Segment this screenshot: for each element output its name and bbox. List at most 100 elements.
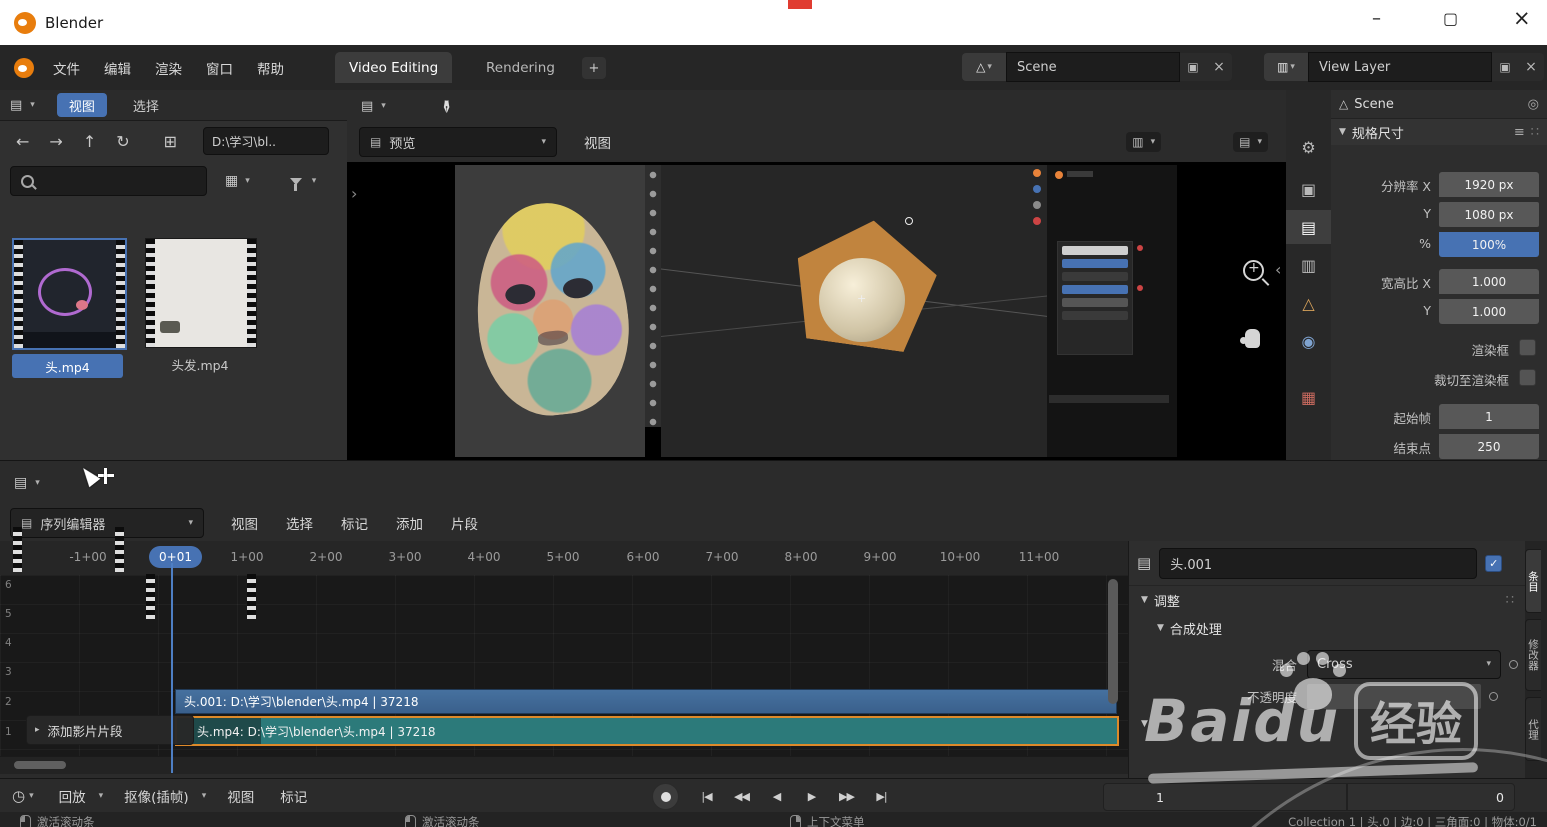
pin-icon[interactable]: ◎ [1528,97,1539,112]
menu-help[interactable]: 帮助 [252,58,289,78]
blend-mode-dropdown[interactable]: Cross ▾ [1307,650,1501,679]
menu-view[interactable]: 视图 [226,513,263,533]
opacity-slider[interactable] [1307,684,1481,709]
scene-unlink-button[interactable]: × [1206,53,1232,81]
strip-name-field[interactable]: 头.001 [1159,548,1477,579]
tab-render[interactable]: ▣ [1286,172,1331,206]
operator-panel[interactable]: ▸ 添加影片片段 [26,715,194,745]
strip-mute-checkbox[interactable]: ✓ [1485,555,1502,572]
presets-icon[interactable]: ≡ [1514,125,1525,140]
tab-world[interactable]: ◉ [1286,324,1331,358]
section-dimensions[interactable]: ▼ 规格尺寸 ≡ ∷ [1331,118,1547,145]
path-field[interactable]: D:\学习\bl.. [203,127,329,155]
resolution-percent-slider[interactable]: 100% [1439,232,1539,257]
editor-type-icon[interactable]: ▤ [361,99,373,114]
timeline-tracks[interactable]: 6 5 4 3 2 1 头.001: D:\学习\blender\头.mp4 |… [0,575,1128,756]
eyedropper-icon[interactable]: ✒ [435,98,456,113]
gizmo-dropdown[interactable]: ▤ ▾ [1233,132,1268,152]
viewlayer-remove-button[interactable]: × [1518,53,1544,81]
prev-keyframe-button[interactable]: ◀◀ [728,790,755,803]
aspect-y-field[interactable]: 1.000 [1439,299,1539,324]
next-keyframe-button[interactable]: ▶▶ [833,790,860,803]
record-button[interactable] [652,783,679,810]
menu-render[interactable]: 渲染 [150,58,187,78]
editor-type-icon[interactable]: ▤ [10,98,22,113]
refresh-button[interactable]: ↻ [116,132,129,151]
keyframe-dot-icon[interactable] [1509,660,1518,669]
crop-to-border-checkbox[interactable] [1519,369,1536,386]
add-workspace-button[interactable]: + [582,57,606,79]
playhead[interactable] [171,563,173,773]
menu-file[interactable]: 文件 [48,58,85,78]
menu-strip[interactable]: 片段 [446,513,483,533]
menu-add[interactable]: 添加 [391,513,428,533]
aspect-x-field[interactable]: 1.000 [1439,269,1539,294]
viewlayer-copy-button[interactable]: ▣ [1492,53,1518,81]
viewlayer-datablock-button[interactable]: ▥ ▾ [1264,53,1308,81]
overlay-dropdown[interactable]: ▥ ▾ [1126,132,1161,152]
render-border-checkbox[interactable] [1519,339,1536,356]
tab-select[interactable]: 选择 [123,96,169,115]
editor-type-icon[interactable]: ▤ [14,475,27,491]
minimize-button[interactable]: – [1372,8,1381,29]
play-reverse-button[interactable]: ◀ [763,790,790,803]
frame-end-field[interactable]: 250 [1439,434,1539,459]
sidebar-tab-strip-item[interactable]: 条目 [1525,549,1541,613]
strip-effect[interactable]: 头.001: D:\学习\blender\头.mp4 | 37218 [175,689,1117,714]
menu-view[interactable]: 视图 [579,132,616,152]
sequencer-mode-dropdown[interactable]: ▤ 序列编辑器 ▾ [10,508,204,538]
collapse-right-icon[interactable]: › [351,184,357,203]
menu-marker[interactable]: 标记 [336,513,373,533]
forward-button[interactable]: → [49,132,62,151]
resolution-x-field[interactable]: 1920 px [1439,172,1539,197]
maximize-button[interactable]: ▢ [1443,9,1458,28]
sidebar-tab-modifiers[interactable]: 修改器 [1525,619,1541,691]
frame-start-field[interactable]: 1 [1439,404,1539,429]
tab-texture[interactable]: ▦ [1286,380,1331,414]
parent-dir-button[interactable]: ↑ [83,132,96,151]
scene-copy-button[interactable]: ▣ [1180,53,1206,81]
hand-icon[interactable] [1245,329,1260,348]
keyframe-dot-icon[interactable] [1489,692,1498,701]
timeline-ruler[interactable]: -1+00 0+01 1+00 2+00 3+00 4+00 5+00 6+00… [0,541,1128,576]
scene-name-field[interactable]: Scene [1006,52,1180,82]
sidebar-tab-proxy[interactable]: 代理 [1525,697,1541,761]
workspace-tab-video-editing[interactable]: Video Editing [335,52,452,83]
horizontal-scrollbar[interactable] [0,756,1128,774]
collapse-left-icon[interactable]: ‹ [1275,260,1281,279]
current-frame-badge[interactable]: 0+01 [149,546,202,568]
strip-movie-selected[interactable]: 头.mp4: D:\学习\blender\头.mp4 | 37218 [175,716,1119,746]
play-button[interactable]: ▶ [798,790,825,803]
menu-window[interactable]: 窗口 [201,58,238,78]
section-collapsed[interactable]: ▼ [1129,712,1526,736]
playback-dropdown[interactable]: 回放 ▾ [54,786,104,806]
keying-dropdown[interactable]: 抠像(插帧) ▾ [119,786,206,806]
current-frame-field[interactable]: 1 [1103,783,1347,811]
clock-icon[interactable]: ◷ [12,787,25,805]
display-mode-dropdown[interactable]: ▦ ▾ [225,173,250,189]
menu-select[interactable]: 选择 [281,513,318,533]
jump-to-end-button[interactable]: ▶| [868,790,895,803]
frame-range-field[interactable]: 0 [1347,783,1515,811]
filter-dropdown[interactable]: ▾ [290,176,317,186]
resolution-y-field[interactable]: 1080 px [1439,202,1539,227]
tab-tool[interactable]: ⚙ [1286,130,1331,164]
menu-view[interactable]: 视图 [222,786,259,806]
tab-view[interactable]: 视图 [57,93,107,117]
tab-scene[interactable]: △ [1286,286,1331,320]
file-item-selected[interactable]: 头.mp4 [12,238,123,378]
jump-to-start-button[interactable]: |◀ [693,790,720,803]
workspace-tab-rendering[interactable]: Rendering [472,52,569,83]
file-item[interactable]: 头发.mp4 [145,238,255,376]
viewlayer-name-field[interactable]: View Layer [1308,52,1492,82]
section-compositing[interactable]: ▼ 合成处理 [1129,614,1526,642]
scene-datablock-button[interactable]: △ ▾ [962,53,1006,81]
tab-view-layer[interactable]: ▥ [1286,248,1331,282]
menu-marker[interactable]: 标记 [275,786,312,806]
section-adjust[interactable]: ▼ 调整 ∷ [1129,585,1526,614]
search-input[interactable] [10,166,207,196]
back-button[interactable]: ← [16,132,29,151]
close-button[interactable]: × [1513,6,1531,30]
display-mode-dropdown[interactable]: ▤ 预览 ▾ [359,127,557,157]
zoom-icon[interactable] [1243,260,1264,281]
